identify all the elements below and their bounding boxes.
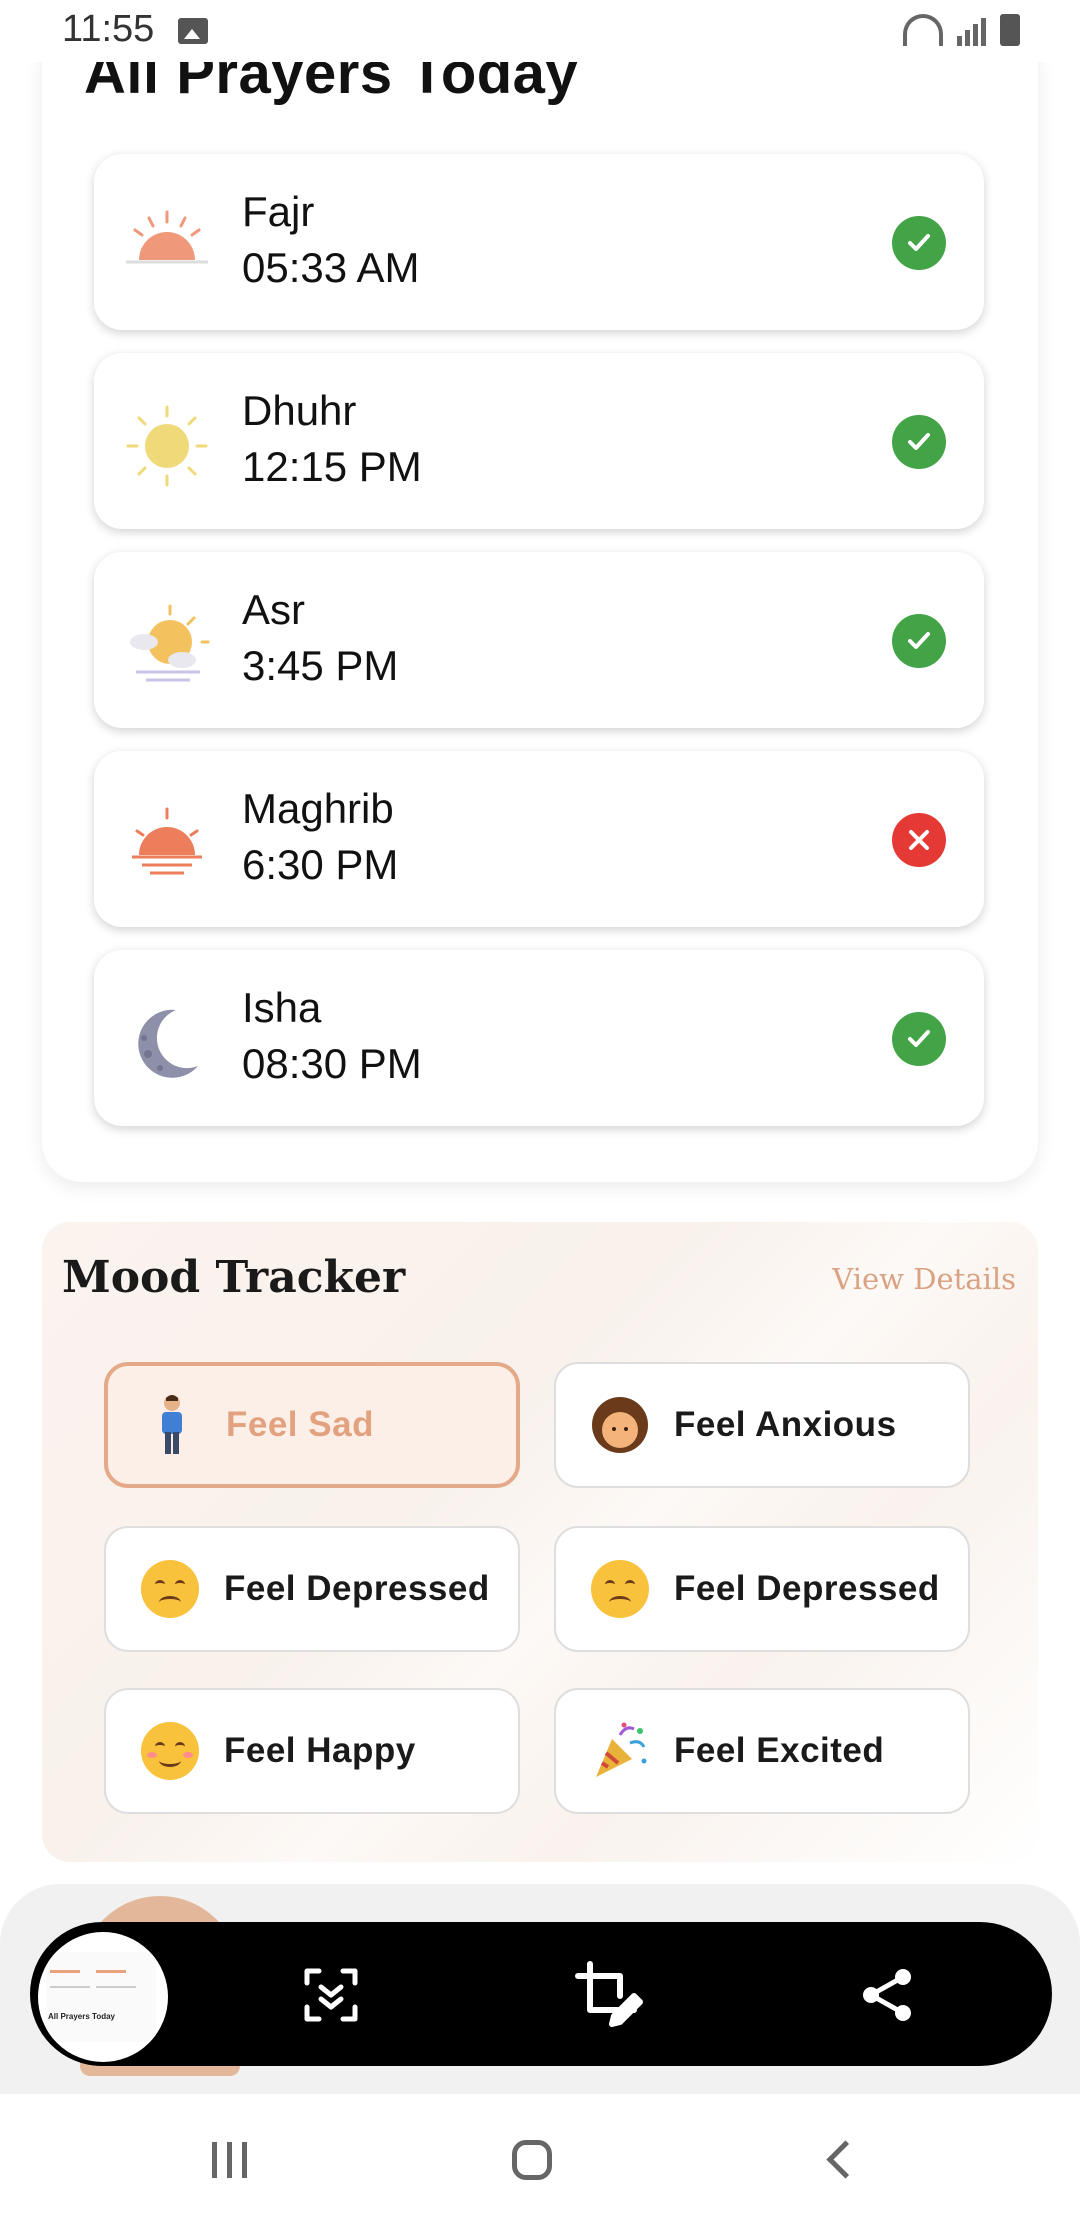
check-icon[interactable]: [892, 614, 946, 668]
prayer-time: 08:30 PM: [242, 1040, 422, 1087]
mood-option-label: Feel Sad: [226, 1405, 374, 1444]
prayer-item-maghrib[interactable]: Maghrib 6:30 PM: [94, 751, 984, 927]
mood-option-feel-anxious[interactable]: Feel Anxious: [554, 1362, 970, 1488]
screenshot-thumbnail[interactable]: All Prayers Today: [34, 1928, 172, 2066]
sunrise-icon: [126, 210, 208, 264]
prayer-name: Fajr: [242, 188, 315, 235]
mood-option-label: Feel Anxious: [674, 1405, 897, 1444]
mood-option-feel-happy[interactable]: Feel Happy: [104, 1688, 520, 1814]
mood-option-label: Feel Excited: [674, 1731, 885, 1770]
person-face-icon: [590, 1395, 650, 1455]
party-popper-icon: [590, 1721, 650, 1781]
check-icon[interactable]: [892, 415, 946, 469]
status-icons: [903, 14, 1020, 46]
status-time: 11:55: [62, 8, 155, 50]
smiling-face-icon: [140, 1721, 200, 1781]
battery-icon: [1000, 14, 1020, 46]
mood-option-feel-depressed-2[interactable]: Feel Depressed: [554, 1526, 970, 1652]
gallery-icon: [178, 18, 208, 44]
mood-option-label: Feel Depressed: [224, 1569, 490, 1608]
prayer-time: 6:30 PM: [242, 841, 399, 888]
scroll-capture-icon[interactable]: [296, 1960, 366, 2030]
close-icon[interactable]: [892, 813, 946, 867]
check-icon[interactable]: [892, 216, 946, 270]
mood-option-label: Feel Happy: [224, 1731, 416, 1770]
mood-title: Mood Tracker: [62, 1252, 406, 1303]
system-nav-bar: [0, 2094, 1080, 2220]
prayer-name: Asr: [242, 586, 305, 633]
prayer-item-asr[interactable]: Asr 3:45 PM: [94, 552, 984, 728]
mood-tracker-section: Mood Tracker View Details Feel Sad Feel …: [42, 1222, 1038, 1862]
status-bar: 11:55: [0, 0, 1080, 62]
thumbnail-text: All Prayers Today: [48, 2012, 115, 2021]
mood-option-feel-excited[interactable]: Feel Excited: [554, 1688, 970, 1814]
disappointed-face-icon: [140, 1559, 200, 1619]
mood-option-feel-sad[interactable]: Feel Sad: [104, 1362, 520, 1488]
view-details-link[interactable]: View Details: [832, 1262, 1016, 1296]
mood-option-label: Feel Depressed: [674, 1569, 940, 1608]
signal-icon: [957, 14, 986, 46]
sun-cloud-icon: [130, 604, 210, 682]
sunset-icon: [132, 807, 202, 875]
prayer-time: 05:33 AM: [242, 244, 420, 291]
crop-edit-icon[interactable]: [574, 1960, 644, 2030]
disappointed-face-icon: [590, 1559, 650, 1619]
recent-apps-button[interactable]: [212, 2142, 247, 2178]
prayer-time: 3:45 PM: [242, 642, 399, 689]
check-icon[interactable]: [892, 1012, 946, 1066]
wifi-icon: [903, 14, 943, 46]
prayer-name: Isha: [242, 984, 322, 1031]
prayer-item-isha[interactable]: Isha 08:30 PM: [94, 950, 984, 1126]
share-icon[interactable]: [852, 1960, 922, 2030]
mood-option-feel-depressed[interactable]: Feel Depressed: [104, 1526, 520, 1652]
sun-icon: [126, 405, 208, 487]
person-standing-icon: [142, 1395, 202, 1455]
back-button[interactable]: [826, 2140, 865, 2179]
moon-icon: [138, 1009, 198, 1078]
prayer-time: 12:15 PM: [242, 443, 422, 490]
prayer-item-fajr[interactable]: Fajr 05:33 AM: [94, 154, 984, 330]
home-button[interactable]: [512, 2140, 552, 2180]
prayer-name: Maghrib: [242, 785, 394, 832]
prayer-name: Dhuhr: [242, 387, 357, 434]
prayer-item-dhuhr[interactable]: Dhuhr 12:15 PM: [94, 353, 984, 529]
